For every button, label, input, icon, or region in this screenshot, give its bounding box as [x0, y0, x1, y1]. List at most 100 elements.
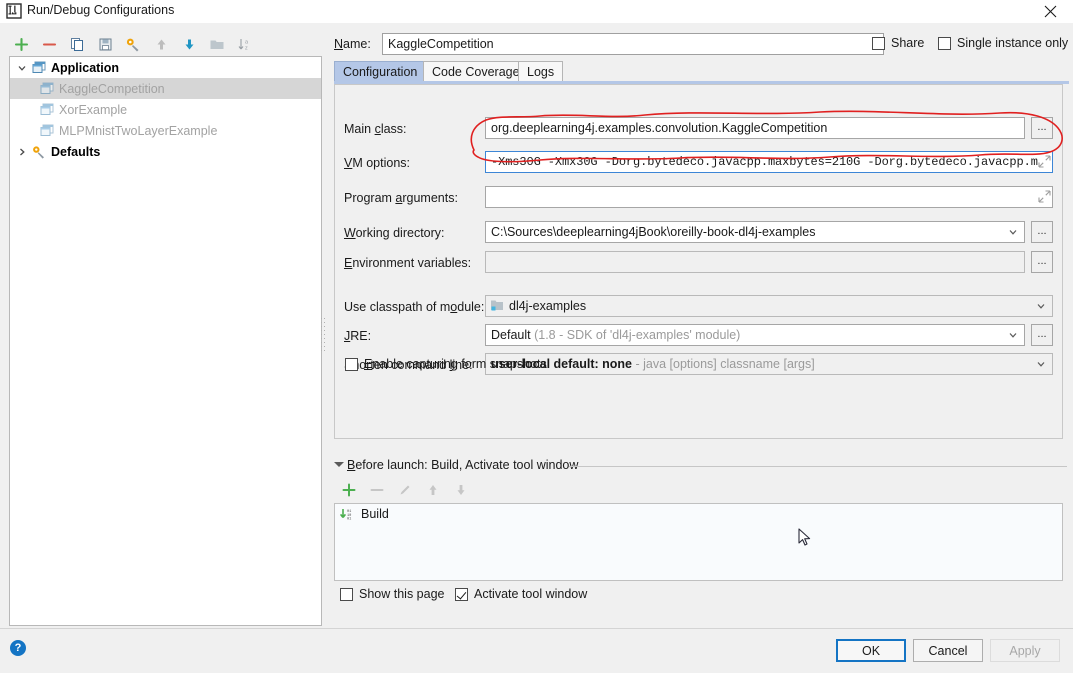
checkbox-box[interactable] — [938, 36, 951, 50]
jre-hint: (1.8 - SDK of 'dl4j-examples' module) — [534, 328, 741, 342]
arrow-up-icon — [422, 479, 444, 501]
copy-icon[interactable] — [64, 31, 90, 57]
working-directory-browse-button[interactable]: ... — [1031, 221, 1053, 243]
tab-code-coverage[interactable]: Code Coverage — [423, 61, 529, 82]
arrow-down-icon[interactable] — [176, 31, 202, 57]
close-icon[interactable] — [1028, 0, 1073, 23]
wrench-gear-icon[interactable] — [120, 31, 146, 57]
tree-node-label: KaggleCompetition — [59, 81, 165, 96]
single-instance-label: Single instance only — [957, 36, 1069, 50]
application-icon — [38, 81, 56, 97]
cancel-button[interactable]: Cancel — [913, 639, 983, 662]
single-instance-checkbox[interactable]: Single instance only — [938, 36, 1068, 50]
configurations-toolbar: a z — [8, 30, 318, 58]
chevron-down-icon[interactable] — [1033, 354, 1049, 374]
activate-tool-window-checkbox[interactable]: Activate tool window — [455, 587, 587, 601]
enable-snapshots-checkbox[interactable]: Enable capturing form snapshots — [345, 357, 547, 371]
before-launch-task-list[interactable]: 01 10 01 Build — [334, 503, 1063, 581]
application-icon — [30, 60, 48, 76]
vm-options-label: VM options: — [344, 156, 411, 170]
before-launch-toolbar — [338, 478, 472, 502]
minus-icon[interactable] — [36, 31, 62, 57]
jre-value: Default — [491, 328, 531, 342]
pane-splitter[interactable] — [320, 318, 326, 354]
divider — [569, 466, 1067, 467]
name-input[interactable] — [382, 33, 884, 55]
window-title: Run/Debug Configurations — [27, 3, 175, 17]
tab-configuration[interactable]: Configuration — [334, 61, 427, 82]
chevron-down-icon[interactable] — [1033, 296, 1049, 316]
sort-alphabetical-icon[interactable]: a z — [232, 31, 258, 57]
tree-node-mlpmnisttwolayerexample[interactable]: MLPMnistTwoLayerExample — [10, 120, 321, 141]
checkbox-box[interactable] — [455, 587, 468, 601]
program-arguments-label: Program arguments: — [344, 191, 458, 205]
working-directory-input[interactable]: C:\Sources\deeplearning4jBook\oreilly-bo… — [485, 221, 1025, 243]
tree-node-label: XorExample — [59, 102, 128, 117]
wrench-gear-icon — [30, 144, 48, 160]
tree-node-defaults[interactable]: Defaults — [10, 141, 321, 162]
tree-node-label: Application — [51, 60, 120, 75]
arrow-down-icon — [450, 479, 472, 501]
chevron-down-icon[interactable] — [334, 462, 344, 467]
expand-icon[interactable] — [1038, 190, 1052, 204]
tree-node-label: Defaults — [51, 144, 101, 159]
environment-variables-browse-button[interactable]: ... — [1031, 251, 1053, 273]
jre-browse-button[interactable]: ... — [1031, 324, 1053, 346]
tab-logs[interactable]: Logs — [518, 61, 564, 82]
checkbox-box[interactable] — [872, 36, 885, 50]
main-class-browse-button[interactable]: ... — [1031, 117, 1053, 139]
configurations-pane: a z Application KaggleCompetition XorExa… — [0, 23, 330, 628]
jre-combo[interactable]: Default (1.8 - SDK of 'dl4j-examples' mo… — [485, 324, 1025, 346]
jre-label: JRE: — [344, 329, 372, 343]
application-icon — [38, 102, 56, 118]
title-bar: Run/Debug Configurations — [0, 0, 1073, 23]
save-icon[interactable] — [92, 31, 118, 57]
arrow-up-icon — [148, 31, 174, 57]
run-debug-configurations-dialog: Run/Debug Configurations a z Application… — [0, 0, 1073, 673]
main-class-label: Main class: — [344, 122, 407, 136]
plus-icon[interactable] — [338, 479, 360, 501]
name-row: Name: Share Single instance only — [334, 33, 1069, 57]
dialog-footer: ? OK Cancel Apply — [0, 628, 1073, 673]
share-checkbox[interactable]: Share — [872, 36, 924, 50]
mouse-cursor — [798, 528, 811, 546]
svg-text:01: 01 — [347, 517, 351, 520]
tree-node-kagglecompetition[interactable]: KaggleCompetition — [10, 78, 321, 99]
chevron-down-icon[interactable] — [14, 60, 30, 76]
working-directory-label: Working directory: — [344, 226, 445, 240]
chevron-down-icon[interactable] — [1005, 222, 1021, 242]
editor-tabs: Configuration Code Coverage Logs — [334, 61, 1069, 82]
checkbox-box[interactable] — [345, 357, 358, 371]
help-icon[interactable]: ? — [10, 640, 26, 656]
shorten-command-line-combo[interactable]: user-local default: none - java [options… — [485, 353, 1053, 375]
minus-icon — [366, 479, 388, 501]
before-launch-task-label: Build — [361, 507, 389, 521]
checkbox-box[interactable] — [340, 587, 353, 601]
enable-snapshots-label: Enable capturing form snapshots — [364, 357, 547, 371]
show-this-page-checkbox[interactable]: Show this page — [340, 587, 444, 601]
configurations-tree[interactable]: Application KaggleCompetition XorExample… — [9, 56, 322, 626]
classpath-module-combo[interactable]: dl4j-examples — [485, 295, 1053, 317]
tree-node-xorexample[interactable]: XorExample — [10, 99, 321, 120]
tree-node-application[interactable]: Application — [10, 57, 321, 78]
plus-icon[interactable] — [8, 31, 34, 57]
environment-variables-input[interactable] — [485, 251, 1025, 273]
vm-options-input[interactable]: -Xms30G -Xmx30G -Dorg.bytedeco.javacpp.m… — [485, 151, 1053, 173]
before-launch-title: Before launch: Build, Activate tool wind… — [347, 458, 579, 472]
ok-button[interactable]: OK — [836, 639, 906, 662]
activate-tool-window-label: Activate tool window — [474, 587, 588, 601]
main-class-input[interactable]: org.deeplearning4j.examples.convolution.… — [485, 117, 1025, 139]
chevron-right-icon[interactable] — [14, 144, 30, 160]
configuration-form: Main class: org.deeplearning4j.examples.… — [334, 84, 1063, 439]
expand-icon[interactable] — [1038, 155, 1052, 169]
before-launch-header[interactable]: Before launch: Build, Activate tool wind… — [334, 458, 1069, 474]
before-launch-task-item[interactable]: 01 10 01 Build — [335, 504, 1062, 524]
configuration-editor-pane: Name: Share Single instance only Configu… — [330, 23, 1073, 628]
pencil-icon — [394, 479, 416, 501]
module-icon — [490, 298, 504, 312]
chevron-down-icon[interactable] — [1005, 325, 1021, 345]
shorten-command-line-hint: - java [options] classname [args] — [635, 357, 815, 371]
program-arguments-input[interactable] — [485, 186, 1053, 208]
svg-text:z: z — [245, 45, 248, 51]
application-icon — [38, 123, 56, 139]
